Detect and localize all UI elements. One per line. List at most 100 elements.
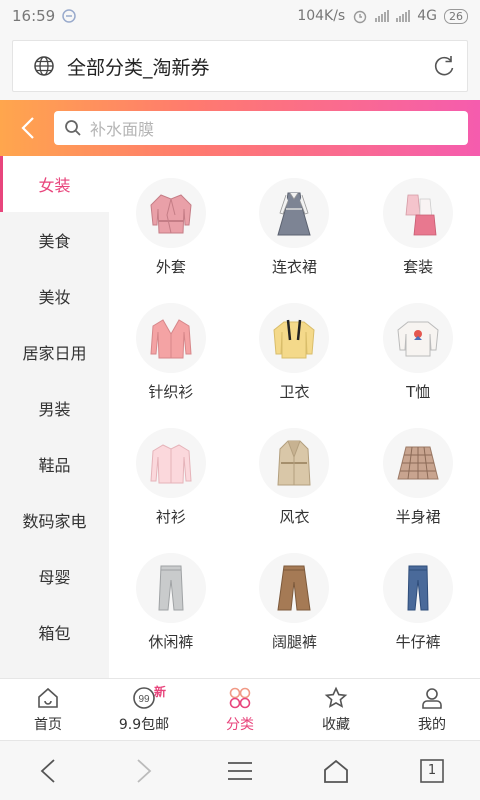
tab-label: 我的 (418, 716, 446, 733)
pink-jacket-icon (150, 194, 192, 234)
sidebar-item-bags[interactable]: 箱包 (0, 604, 109, 660)
sidebar-item-label: 美妆 (38, 288, 71, 307)
home-icon (38, 687, 58, 708)
sidebar-item-home[interactable]: 居家日用 (0, 324, 109, 380)
sidebar-item-food[interactable]: 美食 (0, 212, 109, 268)
thumbnail (135, 428, 206, 498)
menu-icon (228, 761, 252, 780)
subcategory-label: 针织衫 (148, 383, 194, 401)
subcategory-grid: 外套 连衣裙 套装 针织衫 卫衣 T恤 衬衫 风衣 半身裙 休闲裤 阔腿裤 牛仔… (109, 156, 480, 678)
sidebar-item-label: 女装 (38, 176, 71, 195)
tab-category[interactable]: 分类 (192, 679, 288, 740)
home-icon (324, 759, 348, 783)
plaid-skirt-icon (397, 446, 439, 480)
address-bar[interactable]: 全部分类_淘新券 (12, 40, 468, 92)
suit-set-icon (405, 194, 437, 236)
bottom-tab-bar: 首页 99 新 9.9包邮 分类 收藏 我的 (0, 678, 480, 740)
tab-free-shipping[interactable]: 99 新 9.9包邮 (96, 679, 192, 740)
sidebar-item-label: 美食 (38, 232, 71, 251)
status-time: 16:59 (12, 7, 56, 25)
subcategory-item[interactable]: 针织衫 (109, 303, 233, 427)
sidebar-item-label: 鞋品 (38, 456, 71, 475)
subcategory-label: 连衣裙 (271, 258, 317, 276)
subcategory-item[interactable]: 风衣 (233, 428, 357, 552)
sidebar-item-womens[interactable]: 女装 (0, 156, 109, 212)
dress-icon (277, 192, 312, 236)
subcategory-label: T恤 (406, 383, 431, 401)
subcategory-item[interactable]: 阔腿裤 (233, 553, 357, 677)
knit-sweater-icon (150, 319, 192, 359)
subcategory-item[interactable]: T恤 (356, 303, 480, 427)
notification-icon (62, 9, 76, 23)
subcategory-item[interactable]: 卫衣 (233, 303, 357, 427)
sidebar-item-mens[interactable]: 男装 (0, 380, 109, 436)
search-placeholder: 补水面膜 (90, 120, 155, 139)
battery-icon: 26 (444, 8, 468, 24)
page-title: 全部分类_淘新券 (67, 56, 210, 79)
subcategory-label: 休闲裤 (148, 633, 194, 651)
sidebar-item-baby[interactable]: 母婴 (0, 548, 109, 604)
thumbnail (259, 178, 330, 248)
signal-icon-2 (396, 10, 411, 22)
sidebar-item-label: 母婴 (38, 568, 71, 587)
subcategory-label: 风衣 (279, 508, 310, 526)
tabs-count: 1 (427, 763, 437, 778)
subcategory-label: 卫衣 (279, 383, 310, 401)
globe-icon (34, 56, 54, 76)
subcategory-label: 牛仔裤 (395, 633, 441, 651)
thumbnail (383, 553, 454, 623)
network-type: 4G (417, 8, 437, 24)
tab-label: 收藏 (322, 716, 350, 733)
subcategory-label: 阔腿裤 (271, 633, 317, 651)
subcategory-label: 外套 (155, 258, 186, 276)
tshirt-icon (397, 321, 439, 357)
subcategory-item[interactable]: 牛仔裤 (356, 553, 480, 677)
nav-back-button[interactable] (18, 749, 78, 793)
sidebar-item-label: 数码家电 (22, 512, 87, 531)
casual-pants-icon (158, 565, 184, 611)
tab-favorites[interactable]: 收藏 (288, 679, 384, 740)
signal-icon (375, 10, 390, 22)
network-speed: 104K/s (297, 8, 346, 24)
tab-profile[interactable]: 我的 (384, 679, 480, 740)
search-input[interactable]: 补水面膜 (54, 111, 468, 145)
sidebar-item-digital[interactable]: 数码家电 (0, 492, 109, 548)
subcategory-item[interactable]: 休闲裤 (109, 553, 233, 677)
sidebar-item-beauty[interactable]: 美妆 (0, 268, 109, 324)
back-button[interactable] (16, 108, 40, 148)
thumbnail (135, 553, 206, 623)
star-icon (324, 686, 348, 708)
browser-nav-bar: 1 (0, 740, 480, 800)
subcategory-item[interactable]: 衬衫 (109, 428, 233, 552)
thumbnail (383, 178, 454, 248)
chevron-right-icon (137, 758, 152, 783)
sidebar-item-shoes[interactable]: 鞋品 (0, 436, 109, 492)
category-content: 女装 美食 美妆 居家日用 男装 鞋品 数码家电 母婴 箱包 外套 连衣裙 套装… (0, 156, 480, 678)
thumbnail (135, 303, 206, 373)
thumbnail (259, 428, 330, 498)
alarm-icon (354, 10, 367, 24)
thumbnail (259, 303, 330, 373)
sidebar-item-label: 居家日用 (22, 344, 87, 363)
tab-label: 分类 (226, 716, 254, 733)
chevron-left-icon (40, 758, 55, 783)
thumbnail (383, 303, 454, 373)
category-sidebar: 女装 美食 美妆 居家日用 男装 鞋品 数码家电 母婴 箱包 (0, 156, 109, 678)
nav-tabs-button[interactable]: 1 (402, 749, 462, 793)
nav-home-button[interactable] (306, 749, 366, 793)
refresh-icon[interactable] (431, 53, 457, 79)
subcategory-item[interactable]: 半身裙 (356, 428, 480, 552)
subcategory-item[interactable]: 连衣裙 (233, 178, 357, 302)
subcategory-item[interactable]: 套装 (356, 178, 480, 302)
nav-menu-button[interactable] (210, 749, 270, 793)
subcategory-item[interactable]: 外套 (109, 178, 233, 302)
subcategory-label: 衬衫 (155, 508, 186, 526)
jeans-icon (407, 565, 429, 611)
tab-home[interactable]: 首页 (0, 679, 96, 740)
search-icon (65, 120, 81, 136)
subcategory-label: 半身裙 (395, 508, 441, 526)
thumbnail (135, 178, 206, 248)
thumbnail (259, 553, 330, 623)
nav-forward-button[interactable] (114, 749, 174, 793)
wide-pants-icon (277, 565, 312, 611)
